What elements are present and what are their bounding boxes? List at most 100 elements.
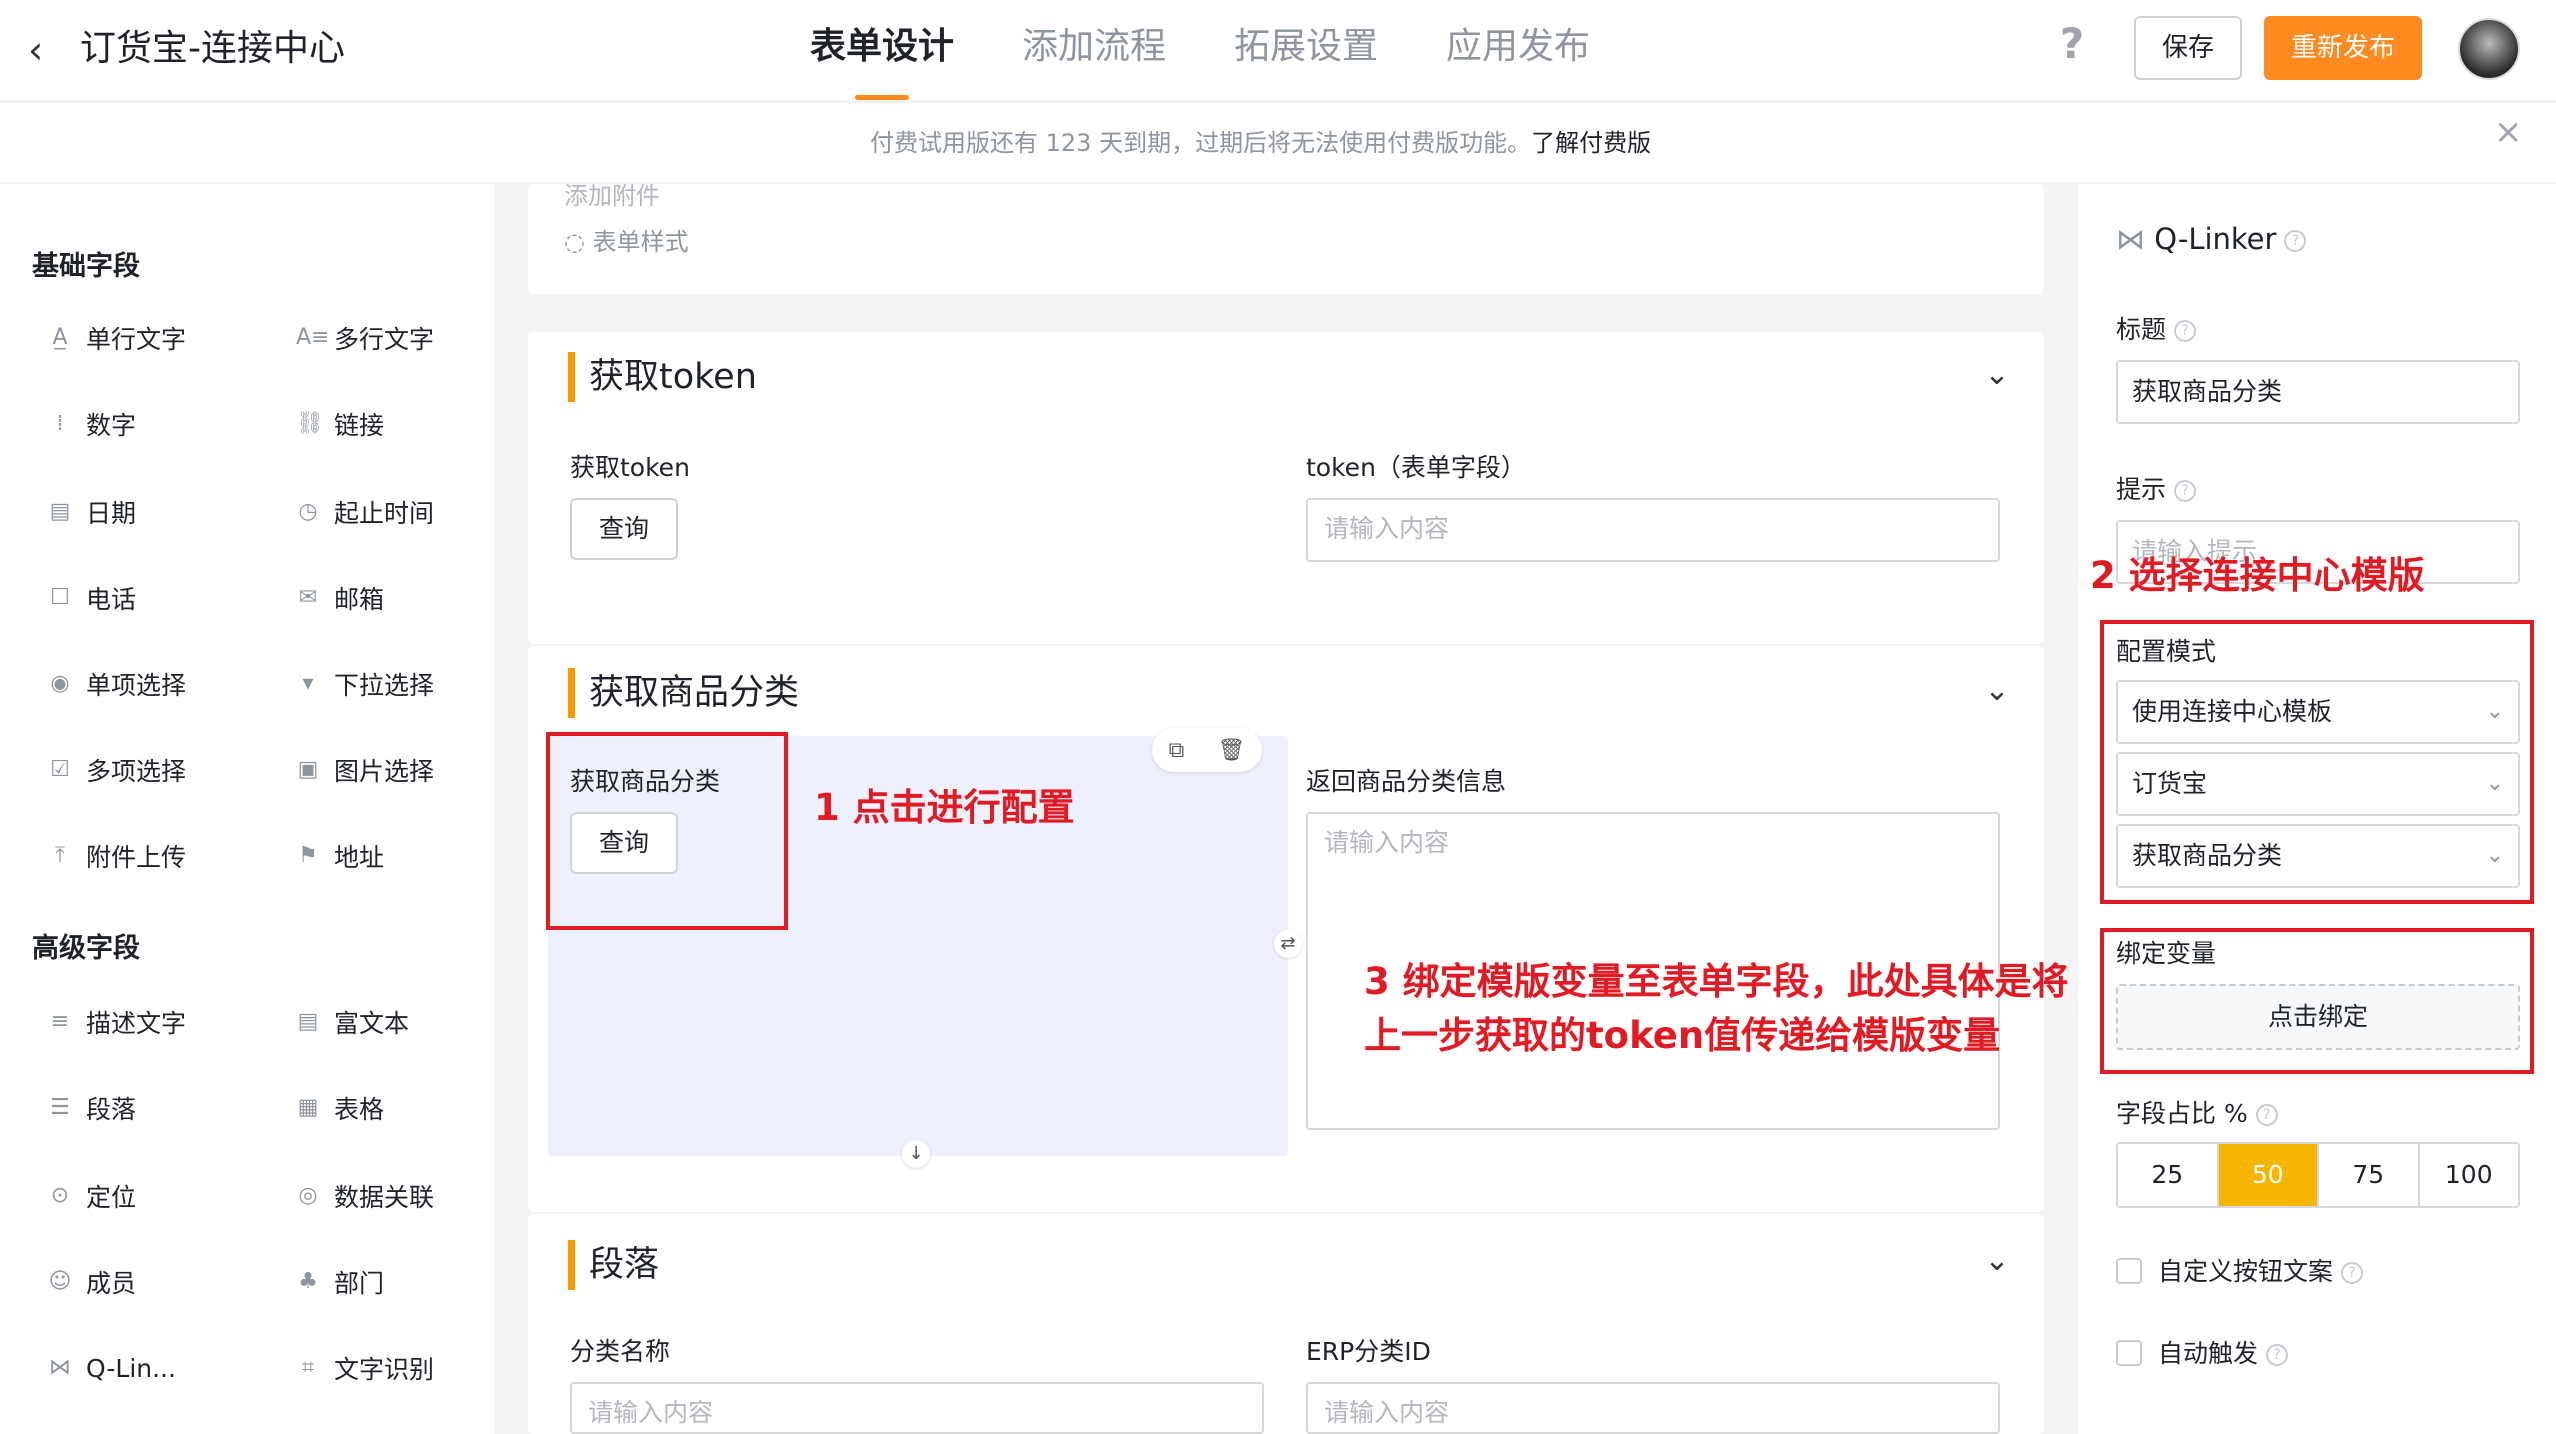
save-button[interactable]: 保存	[2134, 16, 2242, 80]
field-image-select[interactable]: ▣ 图片选择	[296, 750, 434, 790]
field-member[interactable]: ☺ 成员	[48, 1262, 136, 1302]
ratio-option-50[interactable]: 50	[2218, 1144, 2319, 1206]
copy-icon[interactable]: ⧉	[1169, 738, 1185, 763]
field-radio[interactable]: ◉ 单项选择	[48, 664, 186, 704]
custom-button-text: 自定义按钮文案	[2158, 1257, 2334, 1286]
title-input[interactable]: 获取商品分类	[2116, 360, 2520, 424]
query-button[interactable]: 查询	[570, 498, 678, 560]
field-label: 链接	[334, 411, 385, 440]
user-icon: ☺	[48, 1269, 72, 1294]
field-email[interactable]: ✉ 邮箱	[296, 578, 384, 618]
field-label: 描述文字	[86, 1009, 187, 1038]
category-name-input[interactable]: 请输入内容	[570, 1382, 1264, 1434]
field-label: 段落	[86, 1095, 137, 1124]
trial-banner-message: 付费试用版还有 123 天到期，过期后将无法使用付费版功能。	[870, 129, 1532, 157]
field-dropdown[interactable]: ▾ 下拉选择	[296, 664, 434, 704]
field-label: 多行文字	[334, 325, 435, 354]
help-icon[interactable]: ?	[2255, 1104, 2278, 1126]
component-name: ⋈ Q-Linker?	[2116, 222, 2307, 256]
upload-icon: ⤒	[55, 843, 65, 868]
help-icon[interactable]: ?	[2174, 320, 2197, 342]
ratio-option-25[interactable]: 25	[2118, 1144, 2219, 1206]
field-ocr[interactable]: ⌗ 文字识别	[296, 1348, 434, 1388]
field-q-linker[interactable]: ⋈ Q-Lin...	[48, 1348, 176, 1388]
form-settings-card: 添加附件 ◌ 表单样式	[528, 182, 2044, 294]
section-paragraph: 段落 ⌄ 分类名称 请输入内容 ERP分类ID 请输入内容	[528, 1214, 2044, 1434]
field-label: 文字识别	[334, 1355, 435, 1384]
back-arrow-icon[interactable]: ‹	[28, 26, 68, 74]
close-icon[interactable]: ×	[2494, 115, 2523, 149]
ratio-option-75[interactable]: 75	[2319, 1144, 2420, 1206]
field-single-line[interactable]: A̲ 单行文字	[48, 318, 186, 358]
trial-banner-text: 付费试用版还有 123 天到期，过期后将无法使用付费版功能。了解付费版	[870, 123, 1651, 163]
help-icon[interactable]: ?	[2284, 230, 2307, 252]
add-attachment-item[interactable]: 添加附件	[564, 176, 660, 211]
field-actions: ⧉ 🗑	[1152, 728, 1262, 772]
field-label: 成员	[86, 1269, 137, 1298]
field-multi-line[interactable]: A≡ 多行文字	[296, 318, 434, 358]
erp-id-input[interactable]: 请输入内容	[1306, 1382, 2000, 1434]
ratio-option-100[interactable]: 100	[2420, 1144, 2519, 1206]
learn-paid-link[interactable]: 了解付费版	[1531, 129, 1651, 157]
republish-button[interactable]: 重新发布	[2264, 16, 2422, 80]
hint-label-text: 提示	[2116, 475, 2167, 504]
section-title: 获取商品分类	[568, 668, 799, 718]
field-label: 部门	[334, 1269, 385, 1298]
field-label: 下拉选择	[334, 671, 435, 700]
number-icon: ⁞	[56, 411, 64, 436]
field-label: 多项选择	[86, 757, 187, 786]
field-rich-text[interactable]: ▤ 富文本	[296, 1002, 409, 1042]
tab-add-flow[interactable]: 添加流程	[1022, 0, 1166, 100]
field-palette	[0, 184, 494, 1434]
auto-trigger-checkbox[interactable]	[2116, 1340, 2142, 1366]
multiline-text-icon: A≡	[296, 325, 330, 350]
main-tabs: 表单设计 添加流程 拓展设置 应用发布	[810, 0, 1658, 100]
title-label-text: 标题	[2116, 315, 2167, 344]
scan-icon: ⌗	[301, 1355, 315, 1380]
help-icon[interactable]: ?	[2341, 1262, 2364, 1284]
help-icon[interactable]: ?	[2052, 20, 2092, 68]
swap-icon[interactable]: ⇄	[1274, 930, 1302, 958]
field-location[interactable]: ⊙ 定位	[48, 1176, 136, 1216]
field-date[interactable]: ▤ 日期	[48, 492, 136, 532]
trash-icon[interactable]: 🗑	[1217, 738, 1245, 763]
tab-app-publish[interactable]: 应用发布	[1446, 0, 1590, 100]
tab-extend-settings[interactable]: 拓展设置	[1234, 0, 1378, 100]
field-description[interactable]: ≡ 描述文字	[48, 1002, 186, 1042]
field-department[interactable]: ♣ 部门	[296, 1262, 384, 1302]
field-attachment[interactable]: ⤒ 附件上传	[48, 836, 186, 876]
ratio-selector: 25 50 75 100	[2116, 1142, 2520, 1208]
chevron-down-icon[interactable]: ⌄	[1982, 1246, 2012, 1276]
chevron-down-icon[interactable]: ⌄	[1982, 676, 2012, 706]
field-time-range[interactable]: ◷ 起止时间	[296, 492, 434, 532]
return-category-label: 返回商品分类信息	[1306, 767, 1507, 796]
field-table[interactable]: ▦ 表格	[296, 1088, 384, 1128]
clock-icon: ◷	[298, 499, 318, 524]
help-icon[interactable]: ?	[2174, 480, 2197, 502]
tab-form-design[interactable]: 表单设计	[810, 0, 954, 100]
field-label: 数字	[86, 411, 137, 440]
field-phone[interactable]: ☐ 电话	[48, 578, 136, 618]
field-label: 富文本	[334, 1009, 410, 1038]
share-nodes-icon: ⋈	[2116, 222, 2155, 256]
custom-button-text-checkbox[interactable]	[2116, 1258, 2142, 1284]
table-icon: ▦	[297, 1095, 319, 1120]
title-label: 标题?	[2116, 310, 2197, 346]
token-input[interactable]: 请输入内容	[1306, 498, 2000, 562]
field-paragraph[interactable]: ☰ 段落	[48, 1088, 136, 1128]
field-label: 表格	[334, 1095, 385, 1124]
help-icon[interactable]: ?	[2266, 1344, 2289, 1366]
field-number[interactable]: ⁞ 数字	[48, 404, 137, 444]
chevron-down-icon[interactable]: ⌄	[1982, 360, 2012, 390]
field-address[interactable]: ⚑ 地址	[296, 836, 384, 876]
section-title: 段落	[568, 1240, 659, 1290]
field-checkbox[interactable]: ☑ 多项选择	[48, 750, 186, 790]
field-link[interactable]: ⛓ 链接	[296, 404, 384, 444]
avatar[interactable]	[2458, 18, 2520, 80]
arrow-down-icon[interactable]: ↓	[902, 1140, 930, 1168]
advanced-fields-title: 高级字段	[32, 933, 140, 964]
ratio-label-text: 字段占比 %	[2116, 1099, 2248, 1128]
form-style-item[interactable]: ◌ 表单样式	[564, 222, 689, 257]
field-data-relation[interactable]: ◎ 数据关联	[296, 1176, 434, 1216]
share-nodes-icon: ⋈	[49, 1355, 71, 1380]
